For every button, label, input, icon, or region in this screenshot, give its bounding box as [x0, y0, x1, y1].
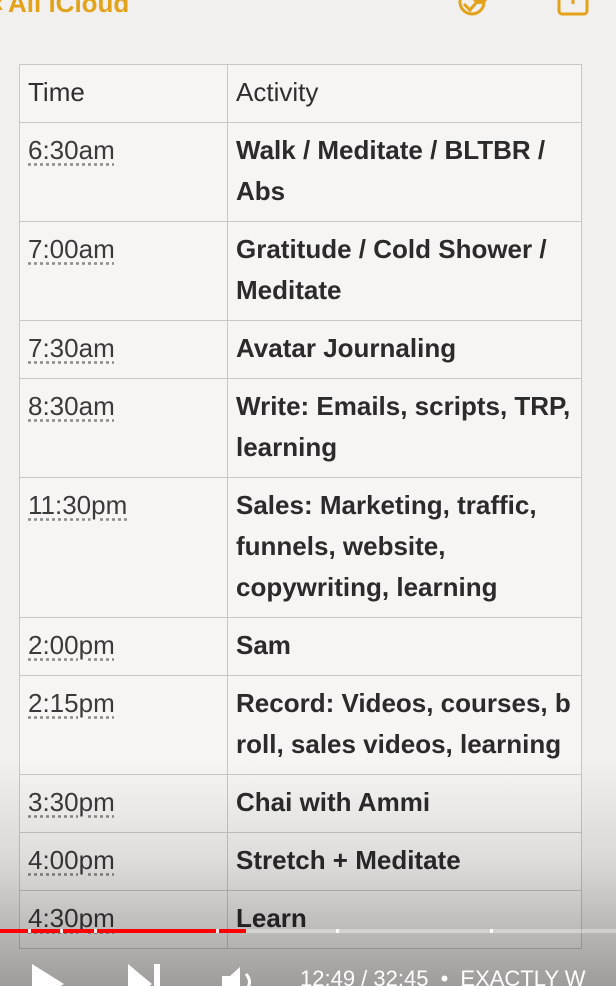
- activity-cell[interactable]: Walk / Meditate / BLTBR / Abs: [227, 122, 582, 222]
- header-activity: Activity: [227, 64, 582, 123]
- time-value: 3:30pm: [28, 787, 115, 817]
- time-cell[interactable]: 4:30pm: [19, 890, 228, 949]
- activity-cell[interactable]: Gratitude / Cold Shower / Meditate: [227, 221, 582, 321]
- player-controls: 12:49 / 32:45 • EXACTLY W: [0, 958, 616, 986]
- table-row: 7:30am Avatar Journaling: [19, 320, 582, 379]
- time-value: 7:00am: [28, 234, 115, 264]
- activity-cell[interactable]: Learn: [227, 890, 582, 949]
- collaborate-icon[interactable]: [458, 0, 492, 16]
- time-cell[interactable]: 4:00pm: [19, 832, 228, 891]
- separator-dot: •: [440, 966, 449, 986]
- table-row: 11:30pm Sales: Marketing, traffic, funne…: [19, 477, 582, 618]
- chapter-marker: [28, 929, 31, 933]
- header-time: Time: [19, 64, 228, 123]
- chapter-title[interactable]: EXACTLY W: [460, 966, 585, 986]
- table-row: 3:30pm Chai with Ammi: [19, 774, 582, 833]
- time-value: 11:30pm: [28, 490, 128, 520]
- activity-cell[interactable]: Avatar Journaling: [227, 320, 582, 379]
- table-row: 8:30am Write: Emails, scripts, TRP, lear…: [19, 378, 582, 478]
- chevron-left-icon: ‹: [0, 0, 4, 20]
- time-display: 12:49 / 32:45 • EXACTLY W: [300, 966, 586, 986]
- activity-cell[interactable]: Sales: Marketing, traffic, funnels, webs…: [227, 477, 582, 618]
- schedule-table: Time Activity 6:30am Walk / Meditate / B…: [19, 64, 582, 949]
- time-cell[interactable]: 11:30pm: [19, 477, 228, 618]
- progress-fill: [0, 929, 247, 933]
- time-value: 2:00pm: [28, 630, 115, 660]
- back-button[interactable]: ‹ All iCloud: [0, 0, 129, 20]
- chapter-marker: [490, 929, 493, 933]
- chapter-marker: [216, 929, 219, 933]
- activity-cell[interactable]: Sam: [227, 617, 582, 676]
- time-cell[interactable]: 7:00am: [19, 221, 228, 321]
- activity-cell[interactable]: Stretch + Meditate: [227, 832, 582, 891]
- time-value: 7:30am: [28, 333, 115, 363]
- elapsed-duration: 12:49 / 32:45: [300, 966, 429, 986]
- play-icon[interactable]: [32, 964, 64, 986]
- table-row: 6:30am Walk / Meditate / BLTBR / Abs: [19, 122, 582, 222]
- time-value: 2:15pm: [28, 688, 115, 718]
- time-value: 6:30am: [28, 135, 115, 165]
- time-cell[interactable]: 7:30am: [19, 320, 228, 379]
- chapter-marker: [94, 929, 97, 933]
- time-cell[interactable]: 2:00pm: [19, 617, 228, 676]
- share-icon[interactable]: [556, 0, 590, 16]
- notes-toolbar: ‹ All iCloud: [0, 0, 616, 30]
- progress-bar[interactable]: [0, 929, 616, 933]
- activity-cell[interactable]: Record: Videos, courses, b roll, sales v…: [227, 675, 582, 775]
- activity-cell[interactable]: Write: Emails, scripts, TRP, learning: [227, 378, 582, 478]
- time-cell[interactable]: 3:30pm: [19, 774, 228, 833]
- time-value: 8:30am: [28, 391, 115, 421]
- time-cell[interactable]: 2:15pm: [19, 675, 228, 775]
- table-row: 2:00pm Sam: [19, 617, 582, 676]
- table-row: 7:00am Gratitude / Cold Shower / Meditat…: [19, 221, 582, 321]
- back-label: All iCloud: [8, 0, 130, 18]
- table-row: 4:00pm Stretch + Meditate: [19, 832, 582, 891]
- chapter-marker: [336, 929, 339, 933]
- table-header-row: Time Activity: [19, 64, 582, 123]
- table-row: 4:30pm Learn: [19, 890, 582, 949]
- chapter-marker: [60, 929, 63, 933]
- table-row: 2:15pm Record: Videos, courses, b roll, …: [19, 675, 582, 775]
- activity-cell[interactable]: Chai with Ammi: [227, 774, 582, 833]
- time-value: 4:00pm: [28, 845, 115, 875]
- time-cell[interactable]: 8:30am: [19, 378, 228, 478]
- time-cell[interactable]: 6:30am: [19, 122, 228, 222]
- volume-icon[interactable]: [218, 962, 262, 986]
- next-icon[interactable]: [128, 964, 164, 986]
